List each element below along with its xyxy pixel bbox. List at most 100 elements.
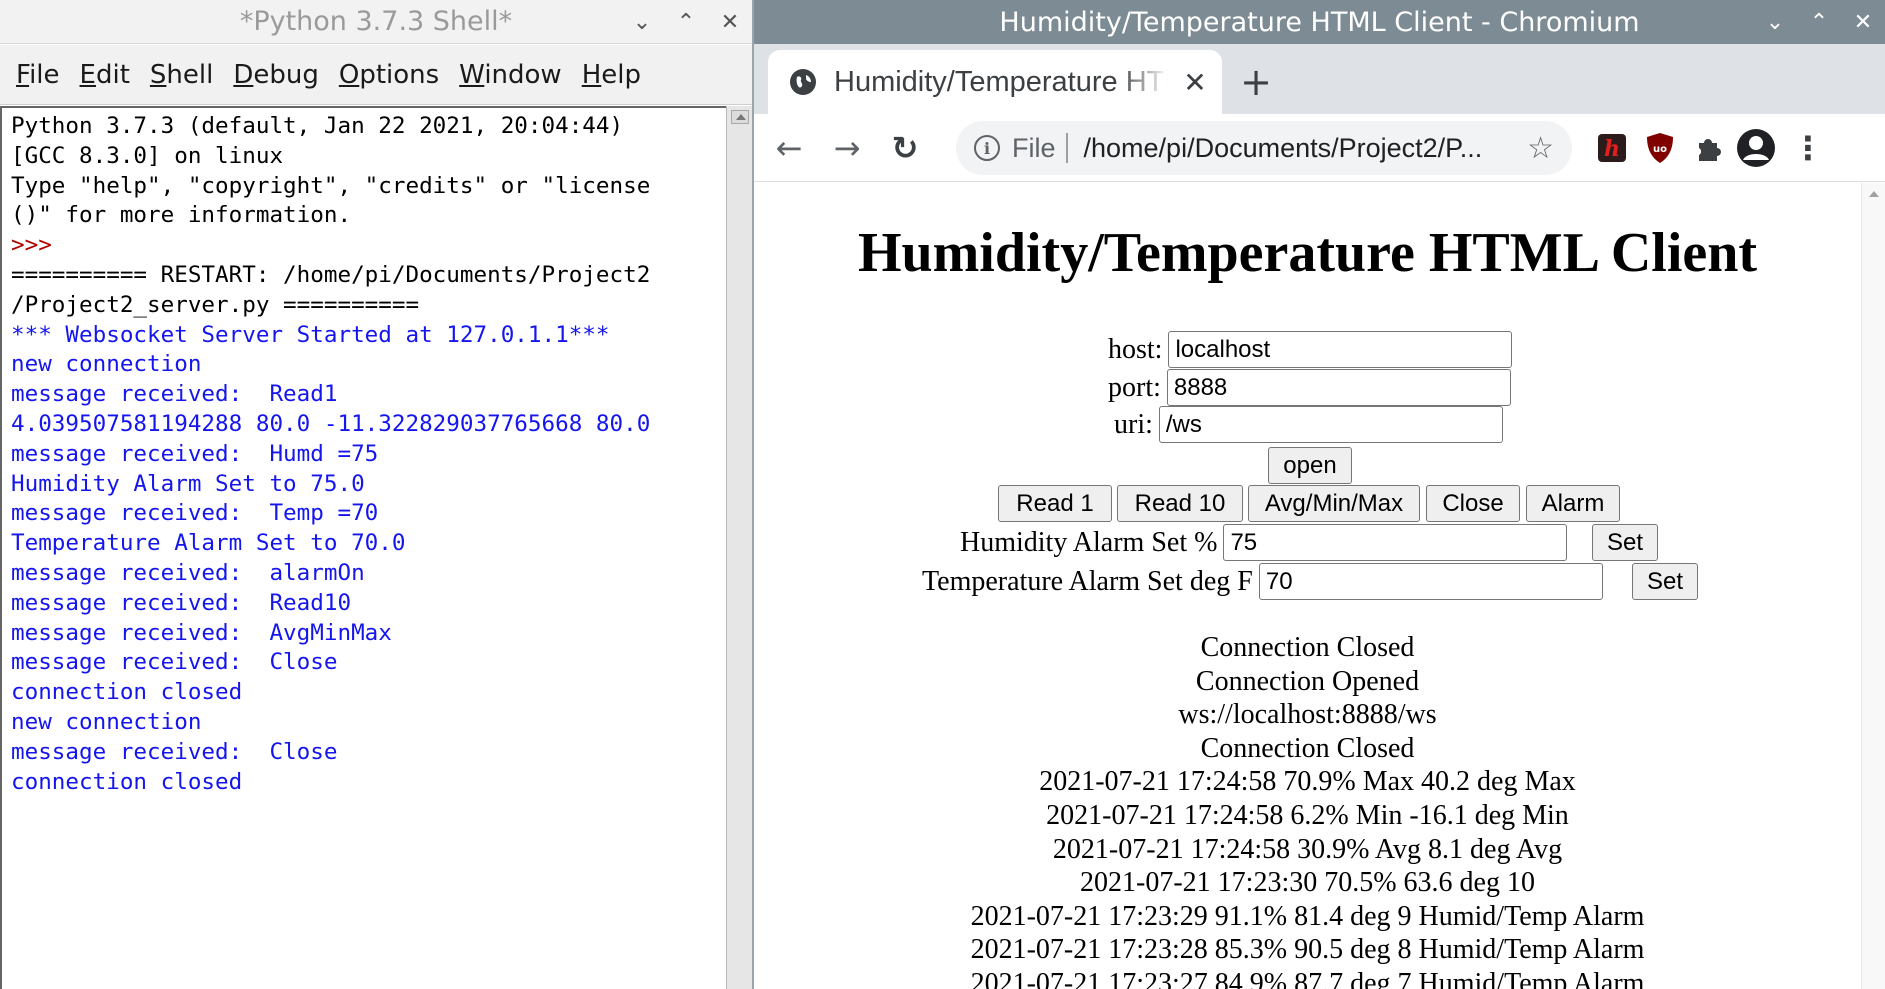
shell-line: Python 3.7.3 (default, Jan 22 2021, 20:0… bbox=[11, 113, 624, 139]
humidity-set-button[interactable]: Set bbox=[1592, 524, 1658, 561]
read10-button[interactable]: Read 10 bbox=[1117, 485, 1243, 522]
minimize-icon[interactable]: ⌄ bbox=[620, 0, 664, 44]
shell-line: message received: Close bbox=[11, 738, 338, 765]
menu-edit[interactable]: Edit bbox=[70, 60, 140, 90]
tab-strip: Humidity/Temperature HTML Client ✕ + bbox=[754, 44, 1885, 114]
svg-text:uo: uo bbox=[1653, 144, 1667, 155]
menu-kebab-icon[interactable]: ⋮ bbox=[1788, 128, 1828, 168]
shell-line: [GCC 8.3.0] on linux bbox=[11, 142, 284, 169]
temperature-alarm-input[interactable]: 70 bbox=[1258, 563, 1603, 600]
h-extension-icon[interactable]: h bbox=[1592, 128, 1632, 168]
port-input[interactable]: 8888 bbox=[1166, 369, 1511, 406]
shell-line: new connection bbox=[11, 351, 202, 378]
shell-line: /Project2_server.py ========== bbox=[11, 291, 420, 318]
temperature-set-button[interactable]: Set bbox=[1632, 563, 1698, 600]
close-icon[interactable]: ✕ bbox=[1841, 0, 1885, 44]
log-line: 2021-07-21 17:24:58 30.9% Avg 8.1 deg Av… bbox=[1052, 833, 1563, 865]
uri-label: uri: bbox=[1114, 408, 1153, 440]
shell-titlebar: *Python 3.7.3 Shell* ⌄ ⌃ ✕ bbox=[0, 0, 752, 44]
uri-input[interactable]: /ws bbox=[1158, 406, 1503, 443]
close-icon[interactable]: ✕ bbox=[708, 0, 752, 44]
avg-min-max-button[interactable]: Avg/Min/Max bbox=[1248, 485, 1420, 522]
new-tab-button[interactable]: + bbox=[1232, 58, 1280, 106]
shell-line: connection closed bbox=[11, 768, 243, 795]
shell-line: *** Websocket Server Started at 127.0.1.… bbox=[11, 321, 610, 348]
log-line: 2021-07-21 17:24:58 6.2% Min -16.1 deg M… bbox=[1046, 799, 1569, 831]
shell-line: ========== RESTART: /home/pi/Documents/P… bbox=[11, 261, 651, 288]
shell-line: new connection bbox=[11, 708, 202, 735]
shell-line: Type "help", "copyright", "credits" or "… bbox=[11, 172, 651, 199]
shell-scrollbar[interactable] bbox=[726, 106, 752, 989]
svg-text:h: h bbox=[1604, 136, 1620, 162]
bookmark-star-icon[interactable]: ☆ bbox=[1527, 131, 1554, 166]
puzzle-extensions-icon[interactable] bbox=[1688, 128, 1728, 168]
close-button[interactable]: Close bbox=[1426, 485, 1520, 522]
port-row: port: 8888 bbox=[1108, 369, 1511, 406]
temperature-alarm-row: Temperature Alarm Set deg F 70 bbox=[922, 563, 1603, 600]
shell-line: message received: Read10 bbox=[11, 589, 352, 616]
shell-line: message received: Humd =75 bbox=[11, 440, 379, 467]
humidity-alarm-label: Humidity Alarm Set % bbox=[960, 526, 1218, 558]
log-line: 2021-07-21 17:23:28 85.3% 90.5 deg 8 Hum… bbox=[970, 934, 1645, 966]
menu-file[interactable]: File bbox=[6, 60, 70, 90]
temperature-alarm-label: Temperature Alarm Set deg F bbox=[922, 565, 1253, 597]
back-arrow-icon[interactable]: ← bbox=[764, 123, 814, 173]
page-viewport: Humidity/Temperature HTML Client host: l… bbox=[754, 183, 1861, 989]
log-line: 2021-07-21 17:23:30 70.5% 63.6 deg 10 bbox=[1080, 867, 1535, 899]
shell-line: >>> bbox=[11, 232, 52, 259]
minimize-icon[interactable]: ⌄ bbox=[1753, 0, 1797, 44]
shell-window-controls: ⌄ ⌃ ✕ bbox=[620, 0, 752, 44]
menu-help[interactable]: Help bbox=[572, 60, 651, 90]
profile-icon[interactable] bbox=[1736, 128, 1776, 168]
shell-line: message received: Read1 bbox=[11, 381, 338, 408]
log-line: Connection Closed bbox=[1200, 732, 1415, 764]
shell-line: ()" for more information. bbox=[11, 202, 352, 229]
scroll-up-arrow-icon[interactable] bbox=[731, 110, 749, 124]
maximize-icon[interactable]: ⌃ bbox=[1797, 0, 1841, 44]
host-label: host: bbox=[1108, 333, 1163, 365]
host-input[interactable]: localhost bbox=[1168, 331, 1513, 368]
browser-titlebar: Humidity/Temperature HTML Client - Chrom… bbox=[754, 0, 1885, 44]
humidity-alarm-input[interactable]: 75 bbox=[1223, 524, 1568, 561]
host-row: host: localhost bbox=[1108, 331, 1513, 368]
shell-line: message received: Temp =70 bbox=[11, 500, 379, 527]
log-line: 2021-07-21 17:24:58 70.9% Max 40.2 deg M… bbox=[1039, 766, 1576, 798]
browser-window-controls: ⌄ ⌃ ✕ bbox=[1753, 0, 1885, 44]
maximize-icon[interactable]: ⌃ bbox=[664, 0, 708, 44]
tab-title: Humidity/Temperature HTML Client bbox=[834, 65, 1168, 98]
tab-active[interactable]: Humidity/Temperature HTML Client ✕ bbox=[768, 50, 1222, 114]
log-line: 2021-07-21 17:23:27 84.9% 87.7 deg 7 Hum… bbox=[970, 967, 1645, 989]
log-line: Connection Closed bbox=[1200, 632, 1415, 663]
shell-output[interactable]: Python 3.7.3 (default, Jan 22 2021, 20:0… bbox=[0, 106, 726, 989]
reload-icon[interactable]: ↻ bbox=[880, 123, 930, 173]
shell-line: message received: Close bbox=[11, 649, 338, 676]
log-line: ws://localhost:8888/ws bbox=[1178, 699, 1437, 731]
menu-shell[interactable]: Shell bbox=[140, 60, 223, 90]
url-text[interactable]: /home/pi/Documents/Project2/P... bbox=[1084, 133, 1483, 164]
uri-row: uri: /ws bbox=[1114, 406, 1503, 443]
address-bar[interactable]: i File /home/pi/Documents/Project2/P... … bbox=[956, 121, 1572, 175]
shell-line: 4.039507581194288 80.0 -11.3228290377656… bbox=[11, 410, 651, 437]
shell-line: Humidity Alarm Set to 75.0 bbox=[11, 470, 365, 497]
menu-window[interactable]: Window bbox=[449, 60, 572, 90]
info-icon[interactable]: i bbox=[974, 135, 1000, 161]
shell-title: *Python 3.7.3 Shell* bbox=[239, 6, 513, 37]
open-button[interactable]: open bbox=[1268, 447, 1352, 484]
read1-button[interactable]: Read 1 bbox=[998, 485, 1112, 522]
menu-debug[interactable]: Debug bbox=[223, 60, 329, 90]
humidity-alarm-row: Humidity Alarm Set % 75 bbox=[960, 524, 1568, 561]
chromium-window: Humidity/Temperature HTML Client - Chrom… bbox=[754, 0, 1885, 989]
tab-close-icon[interactable]: ✕ bbox=[1180, 66, 1210, 99]
log-line: 2021-07-21 17:23:29 91.1% 81.4 deg 9 Hum… bbox=[970, 900, 1645, 932]
shell-line: Temperature Alarm Set to 70.0 bbox=[11, 530, 406, 557]
shell-line: connection closed bbox=[11, 679, 243, 706]
ublock-icon[interactable]: uo bbox=[1640, 128, 1680, 168]
alarm-button[interactable]: Alarm bbox=[1526, 485, 1620, 522]
url-separator bbox=[1065, 133, 1068, 163]
menu-options[interactable]: Options bbox=[329, 60, 449, 90]
shell-line: message received: alarmOn bbox=[11, 559, 365, 586]
page-title: Humidity/Temperature HTML Client bbox=[857, 222, 1758, 284]
page-scrollbar[interactable] bbox=[1861, 183, 1885, 989]
python-shell-window: *Python 3.7.3 Shell* ⌄ ⌃ ✕ File Edit Shell… bbox=[0, 0, 752, 989]
forward-arrow-icon[interactable]: → bbox=[822, 123, 872, 173]
